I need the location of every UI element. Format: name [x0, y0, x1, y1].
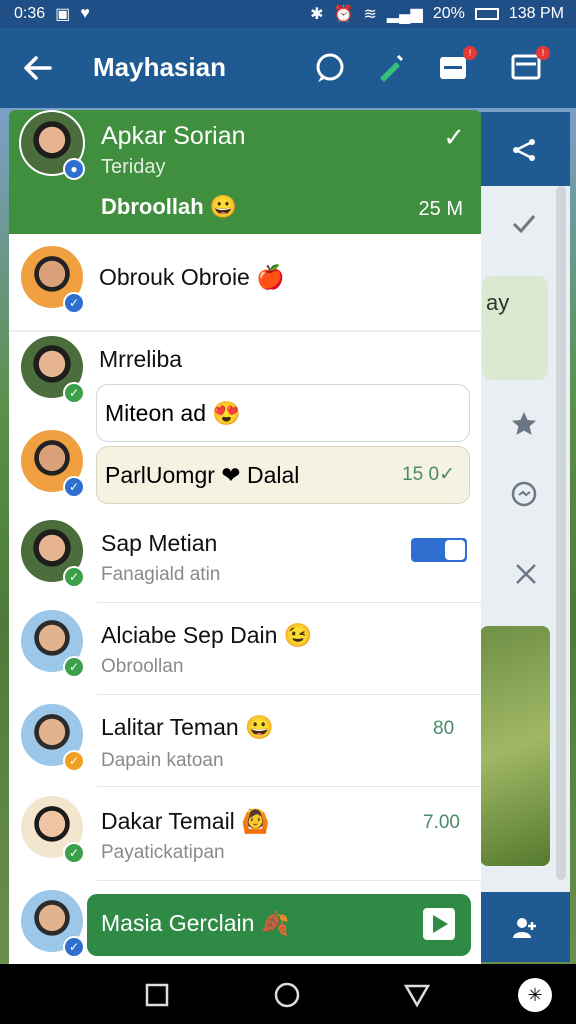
side-bubble-text: ay: [486, 290, 510, 315]
divider: [97, 694, 481, 695]
divider: [97, 786, 481, 787]
divider: [9, 330, 481, 332]
chat-bubble-icon[interactable]: [312, 50, 348, 86]
status-badge: ✓: [63, 656, 85, 678]
system-nav-bar: ✳: [0, 964, 576, 1024]
side-panel-footer: [480, 892, 570, 962]
heart-icon: ♥: [80, 5, 90, 22]
app-title: Mayhasian: [93, 52, 226, 82]
menu-button[interactable]: !: [510, 46, 550, 86]
status-badge: ✓: [63, 566, 85, 588]
alarm-icon: ⏰: [333, 6, 354, 23]
status-badge: ✓: [63, 842, 85, 864]
scrollbar[interactable]: [556, 186, 566, 880]
status-badge: ✓: [63, 936, 85, 958]
message-icon[interactable]: [510, 480, 538, 508]
last-message: Fanagiald atin: [101, 564, 221, 585]
contact-name: Alciabe Sep Dain 😉: [101, 622, 313, 648]
close-icon[interactable]: [514, 562, 538, 586]
contact-name: Lalitar Teman 😀: [101, 714, 274, 740]
pinned-conversation[interactable]: ● Apkar Sorian Teriday Dbroollah 😀 25 M …: [9, 110, 481, 234]
contact-name: Obrouk Obroie 🍎: [99, 264, 285, 290]
message-time: 25 M: [418, 198, 463, 220]
add-contact-icon[interactable]: [510, 914, 538, 942]
pen-icon[interactable]: [372, 50, 408, 86]
battery-icon: [474, 8, 499, 20]
side-panel-header: [480, 112, 570, 186]
conversation-list: ● Apkar Sorian Teriday Dbroollah 😀 25 M …: [9, 110, 481, 964]
wifi-icon: ≋: [363, 6, 377, 23]
message-text: ParlUomgr ❤ Dalal: [105, 461, 300, 488]
divider: [97, 880, 481, 881]
check-icon: ✓: [443, 122, 465, 152]
status-badge: ✓: [63, 476, 85, 498]
nav-triangle-icon[interactable]: [404, 982, 430, 1008]
notification-badge: !: [463, 46, 477, 60]
share-icon[interactable]: [510, 136, 538, 164]
message-bubble[interactable]: Miteon ad 😍: [96, 384, 470, 442]
contact-name: Mrreliba: [99, 346, 183, 372]
message-time: 80: [433, 718, 455, 739]
notification-badge: !: [536, 46, 550, 60]
contact-name: Sap Metian: [101, 530, 218, 556]
message-bubble[interactable]: ParlUomgr ❤ Dalal 15 0✓: [96, 446, 470, 504]
app-bar: Mayhasian ! !: [0, 28, 576, 108]
nav-circle-icon[interactable]: [274, 982, 300, 1008]
side-photo: [480, 626, 550, 866]
star-icon[interactable]: [510, 410, 538, 438]
contact-name: Dakar Temail 🙆: [101, 808, 270, 834]
side-bubble: ay: [482, 276, 548, 380]
message-time: 15 0✓: [402, 464, 455, 485]
compose-label: Masia Gerclain 🍂: [101, 910, 290, 936]
status-badge: ●: [63, 158, 85, 180]
message-time: 7.00: [423, 812, 460, 833]
status-time: 0:36: [14, 5, 46, 22]
battery-text: 20%: [432, 5, 465, 22]
bluetooth-icon: ✱: [310, 6, 324, 23]
send-icon: [433, 915, 448, 933]
status-badge: ✓: [63, 382, 85, 404]
signal-icon: ▂▄▆: [386, 6, 423, 23]
send-button[interactable]: [423, 908, 455, 940]
contact-status: Teriday: [101, 156, 166, 178]
divider: [97, 602, 481, 603]
back-arrow-icon[interactable]: [20, 52, 56, 84]
check-icon[interactable]: [510, 210, 538, 238]
screen-icon: ▣: [55, 6, 71, 23]
nav-square-icon[interactable]: [144, 982, 170, 1008]
toggle-switch[interactable]: [411, 538, 467, 562]
contact-name: Apkar Sorian: [101, 122, 246, 150]
last-message: Dbroollah 😀: [101, 194, 238, 219]
status-clock: 138 PM: [508, 5, 564, 22]
status-badge: ✓: [63, 292, 85, 314]
last-message: Dapain katoan: [101, 750, 224, 771]
status-badge: ✓: [63, 750, 85, 772]
toggle-knob: [445, 540, 465, 560]
last-message: Payatickatipan: [101, 842, 225, 863]
compose-bar[interactable]: Masia Gerclain 🍂: [87, 894, 471, 956]
last-message: Obroollan: [101, 656, 184, 677]
status-bar: 0:36 ▣ ♥ ✱ ⏰ ≋ ▂▄▆ 20% 138 PM: [0, 0, 576, 28]
folder-button[interactable]: !: [437, 46, 477, 86]
sparkle-icon[interactable]: ✳: [518, 978, 552, 1012]
message-text: Miteon ad 😍: [105, 399, 242, 426]
